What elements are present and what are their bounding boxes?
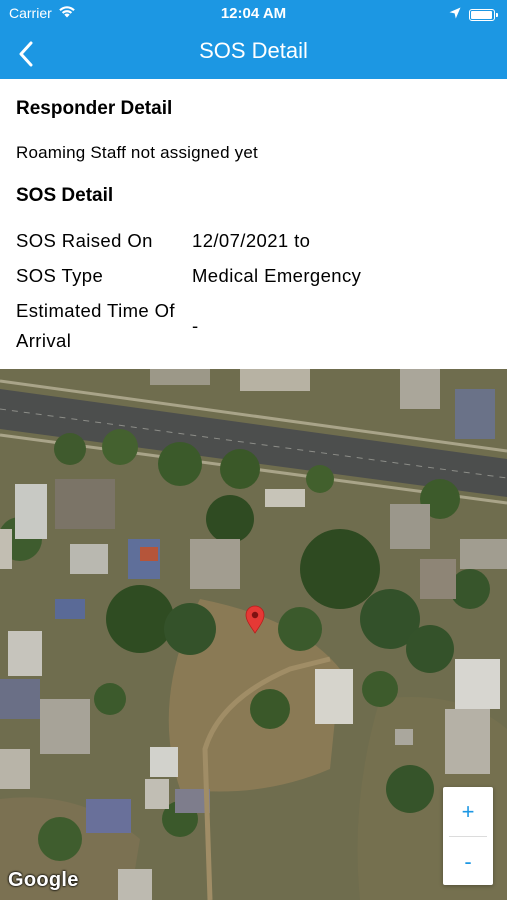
battery-level xyxy=(471,11,492,19)
status-bar: Carrier 12:04 AM xyxy=(0,0,507,28)
eta-label: Estimated Time Of Arrival xyxy=(16,300,175,351)
location-arrow-icon xyxy=(449,6,461,24)
app-header: Carrier 12:04 AM SOS Detail xyxy=(0,0,507,79)
nav-bar: SOS Detail xyxy=(0,28,507,79)
sos-detail-heading: SOS Detail xyxy=(16,185,114,206)
zoom-in-button[interactable]: + xyxy=(443,787,493,836)
page-title: SOS Detail xyxy=(199,38,308,63)
sos-type-value: Medical Emergency xyxy=(192,265,362,286)
status-right xyxy=(449,6,498,24)
responder-status-text: Roaming Staff not assigned yet xyxy=(16,143,258,162)
zoom-out-button[interactable]: - xyxy=(443,837,493,886)
sos-raised-on-value: 12/07/2021 to xyxy=(192,230,311,251)
eta-value: - xyxy=(192,315,199,336)
sos-raised-on-label: SOS Raised On xyxy=(16,230,153,251)
satellite-map[interactable]: + - Google xyxy=(0,369,507,900)
sos-type-label: SOS Type xyxy=(16,265,104,286)
battery-icon xyxy=(469,9,498,21)
status-clock: 12:04 AM xyxy=(220,5,287,22)
zoom-control: + - xyxy=(443,787,493,885)
satellite-imagery xyxy=(0,369,507,900)
google-logo: Google xyxy=(8,869,79,891)
responder-detail-heading: Responder Detail xyxy=(16,98,173,119)
